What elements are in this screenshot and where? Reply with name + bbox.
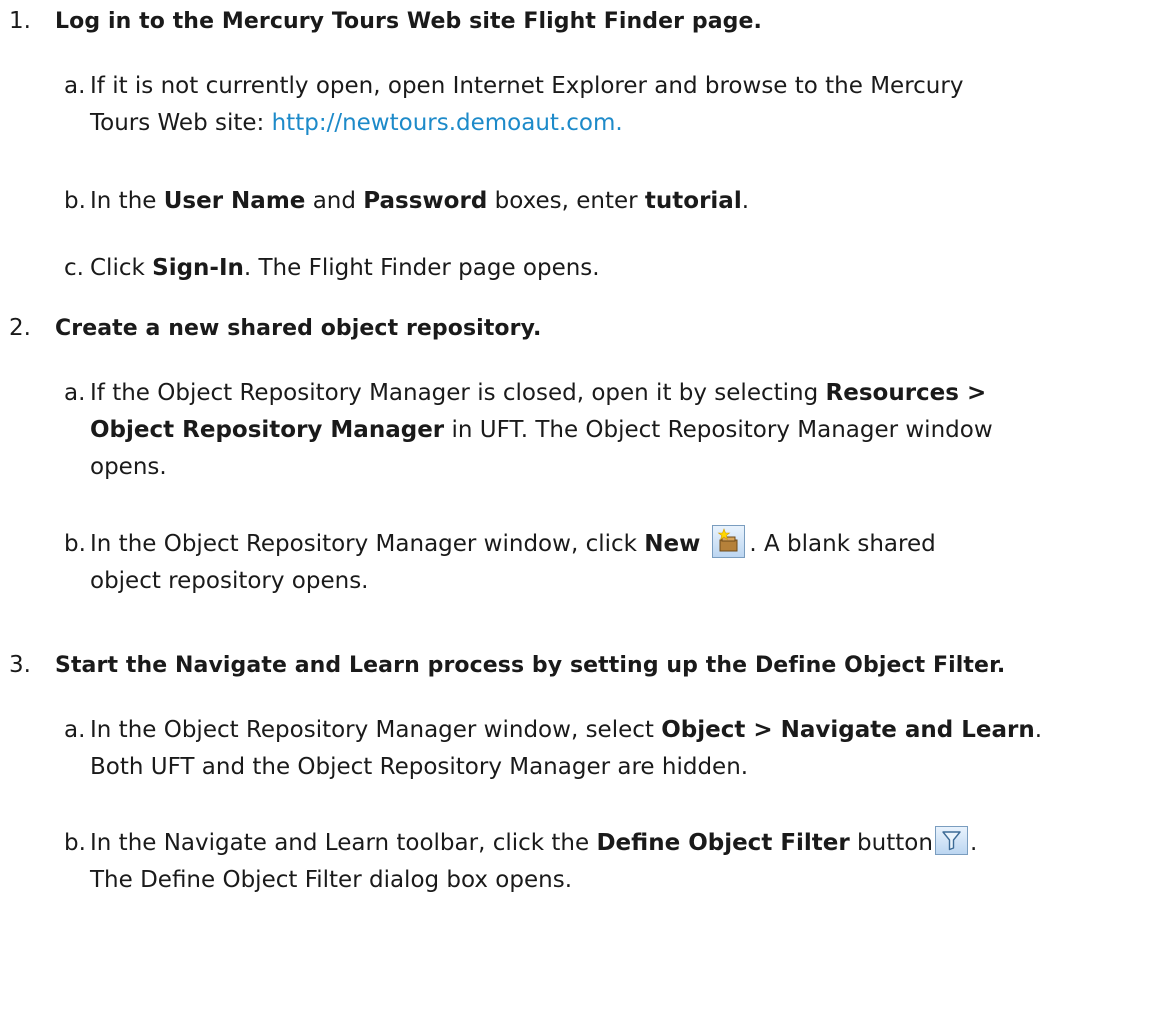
substep-letter: a. [64, 717, 86, 743]
step-3b: b. In the Navigate and Learn toolbar, cl… [64, 825, 1149, 899]
step-3: 3. Start the Navigate and Learn process … [9, 652, 1149, 678]
substep-text: In the Object Repository Manager window,… [90, 717, 1043, 780]
step-2: 2. Create a new shared object repository… [9, 315, 1149, 341]
step-number: 2. [9, 315, 31, 341]
step-1b: b. In the User Name and Password boxes, … [64, 183, 1149, 220]
step-3-heading: 3. Start the Navigate and Learn process … [9, 652, 1149, 678]
mercury-tours-link[interactable]: http://newtours.demoaut.com. [272, 110, 623, 136]
filter-icon [934, 826, 968, 855]
substep-letter: b. [64, 188, 86, 214]
step-2-heading: 2. Create a new shared object repository… [9, 315, 1149, 341]
step-title: Create a new shared object repository. [55, 316, 542, 341]
substep-letter: c. [64, 255, 84, 281]
substep-letter: a. [64, 73, 86, 99]
step-1c: c. Click Sign-In. The Flight Finder page… [64, 250, 1149, 287]
substep-letter: b. [64, 531, 86, 557]
step-title: Log in to the Mercury Tours Web site Fli… [55, 9, 762, 34]
step-3a: a. In the Object Repository Manager wind… [64, 712, 1149, 786]
step-1a: a. If it is not currently open, open Int… [64, 68, 1149, 142]
step-1: 1. Log in to the Mercury Tours Web site … [9, 8, 1149, 34]
substep-text: In the Navigate and Learn toolbar, click… [90, 825, 1149, 899]
step-number: 1. [9, 8, 31, 34]
step-2b: b. In the Object Repository Manager wind… [64, 525, 1149, 600]
substep-letter: a. [64, 380, 86, 406]
substep-letter: b. [64, 830, 86, 856]
substep-text: If it is not currently open, open Intern… [90, 73, 964, 136]
substep-text: If the Object Repository Manager is clos… [90, 380, 993, 480]
substep-text: Click Sign-In. The Flight Finder page op… [90, 255, 600, 281]
substep-text: In the User Name and Password boxes, ent… [90, 188, 750, 214]
step-2a: a. If the Object Repository Manager is c… [64, 375, 1149, 486]
step-number: 3. [9, 652, 31, 678]
step-title: Start the Navigate and Learn process by … [55, 653, 1006, 678]
new-repository-icon [712, 525, 746, 558]
step-1-heading: 1. Log in to the Mercury Tours Web site … [9, 8, 1149, 34]
substep-text: In the Object Repository Manager window,… [90, 525, 1149, 600]
